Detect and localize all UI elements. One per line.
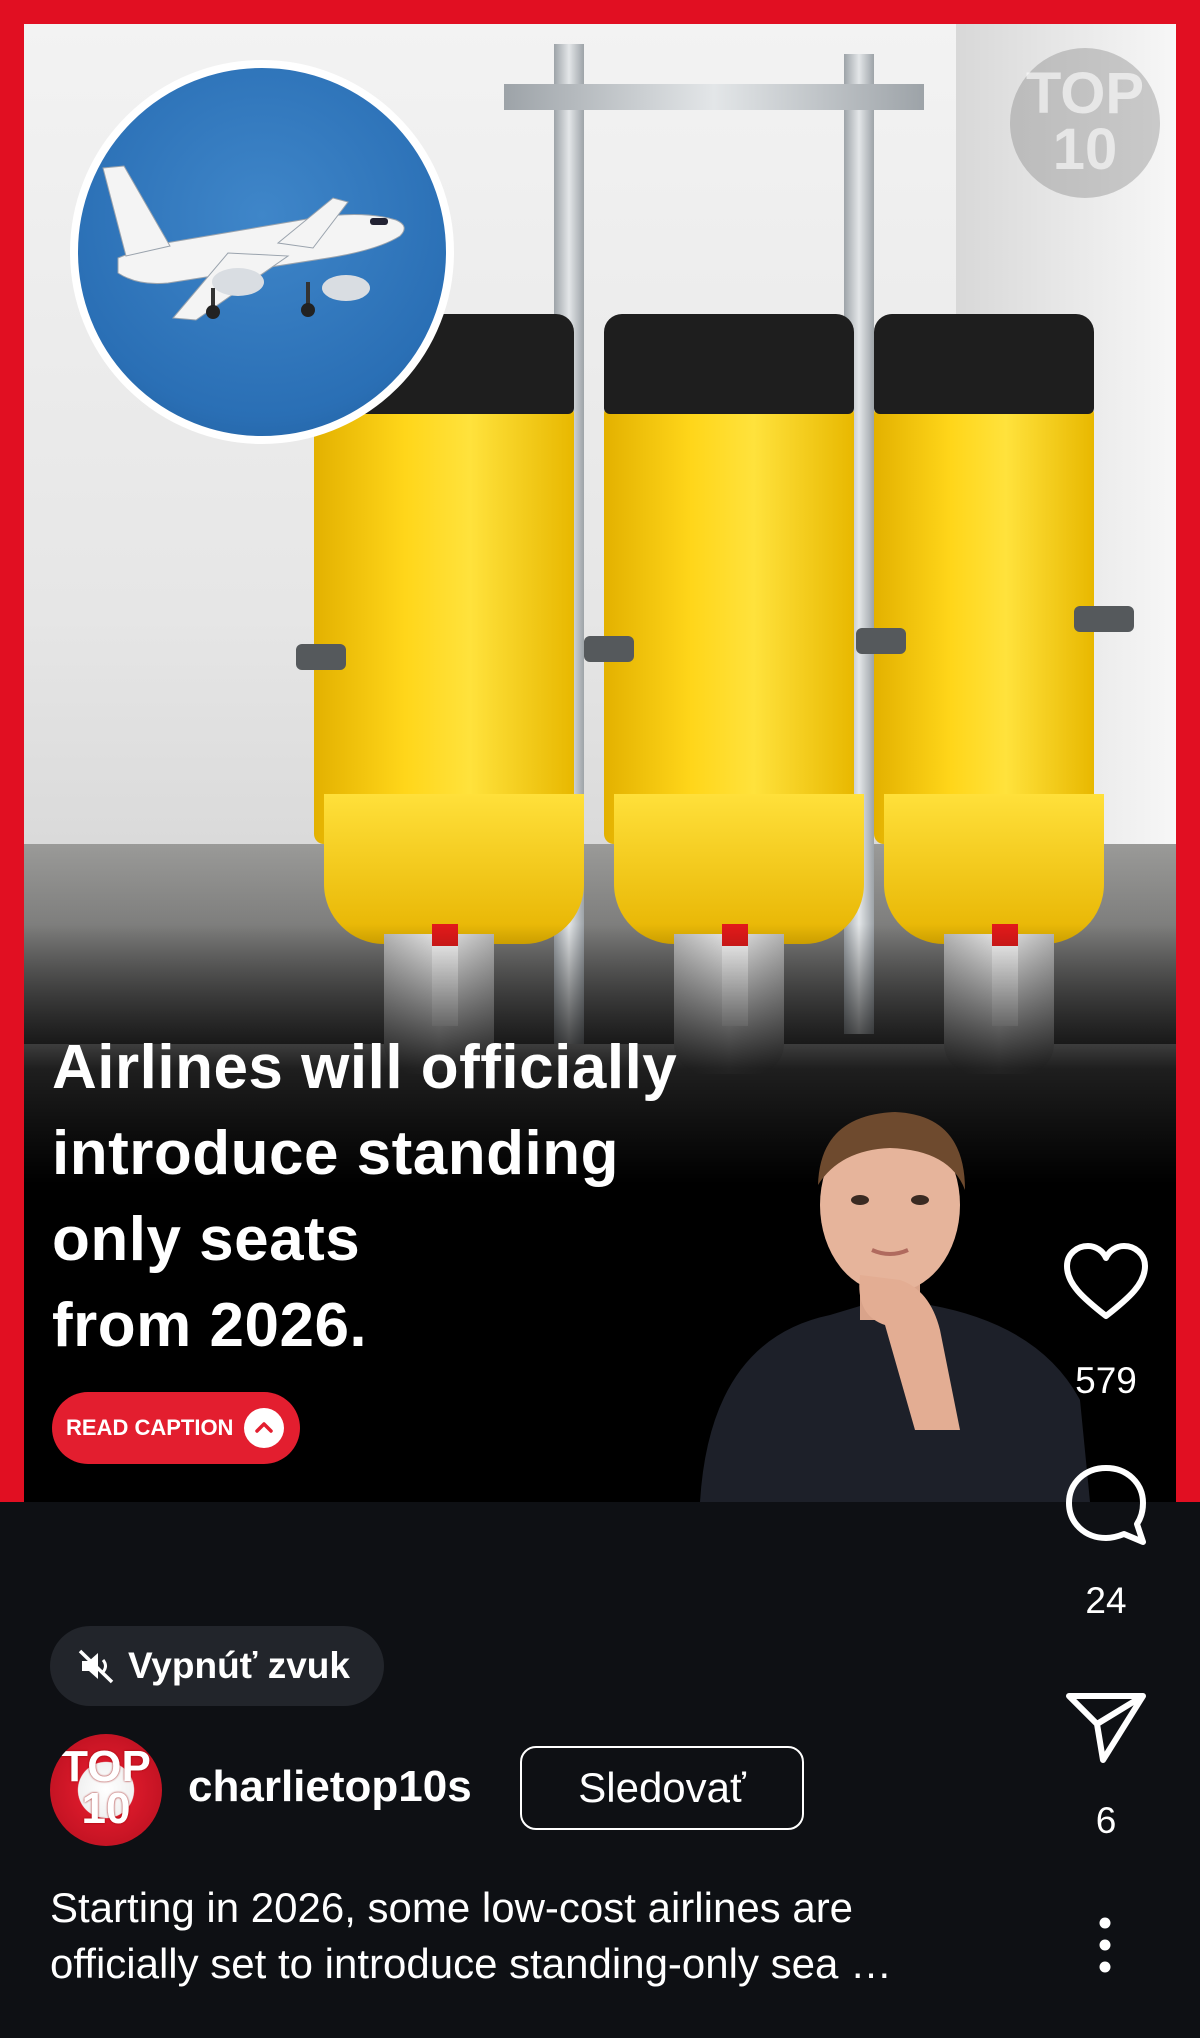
comment-button[interactable] [1060, 1462, 1152, 1548]
reel-media[interactable]: TOP 10 Airlines will officially introduc… [0, 0, 1200, 1502]
armrest [1074, 606, 1134, 632]
comment-icon [1066, 1465, 1146, 1545]
post-caption[interactable]: Starting in 2026, some low-cost airlines… [50, 1880, 1020, 1992]
presenter-figure [700, 1112, 1090, 1502]
headline-line: Airlines will officially [52, 1033, 678, 1102]
airplane-icon [102, 165, 405, 321]
top10-watermark: TOP 10 [1010, 48, 1160, 198]
share-button[interactable] [1060, 1690, 1152, 1764]
more-icon[interactable] [1090, 1916, 1120, 1974]
headline-line: only seats [52, 1205, 361, 1274]
share-count: 6 [1095, 1800, 1117, 1841]
read-caption-button[interactable]: READ CAPTION [52, 1392, 300, 1464]
reel-headline: Airlines will officially introduce stand… [52, 1025, 792, 1369]
seat-frame-bar [504, 84, 924, 110]
follow-button[interactable]: Sledovať [520, 1746, 804, 1830]
airplane-inset [70, 60, 454, 444]
comment-count: 24 [1085, 1580, 1127, 1621]
armrest [296, 644, 346, 670]
mute-label: Vypnúť zvuk [128, 1645, 350, 1686]
read-caption-label: READ CAPTION [66, 1415, 234, 1440]
caption-line: officially set to introduce standing-onl… [50, 1940, 893, 1987]
armrest [856, 628, 906, 654]
share-icon [1066, 1693, 1146, 1763]
like-button[interactable] [1060, 1242, 1152, 1322]
username[interactable]: charlietop10s [188, 1762, 472, 1812]
headline-line: from 2026. [52, 1291, 368, 1360]
armrest [584, 636, 634, 662]
mute-sound-button[interactable]: Vypnúť zvuk [50, 1626, 384, 1706]
heart-icon [1064, 1243, 1148, 1319]
mute-icon [78, 1649, 114, 1684]
like-count: 579 [1075, 1360, 1137, 1401]
caption-line: Starting in 2026, some low-cost airlines… [50, 1884, 854, 1931]
chevron-up-icon [244, 1408, 284, 1448]
headline-line: introduce standing [52, 1119, 619, 1188]
avatar[interactable]: TOP 10 [50, 1734, 162, 1846]
